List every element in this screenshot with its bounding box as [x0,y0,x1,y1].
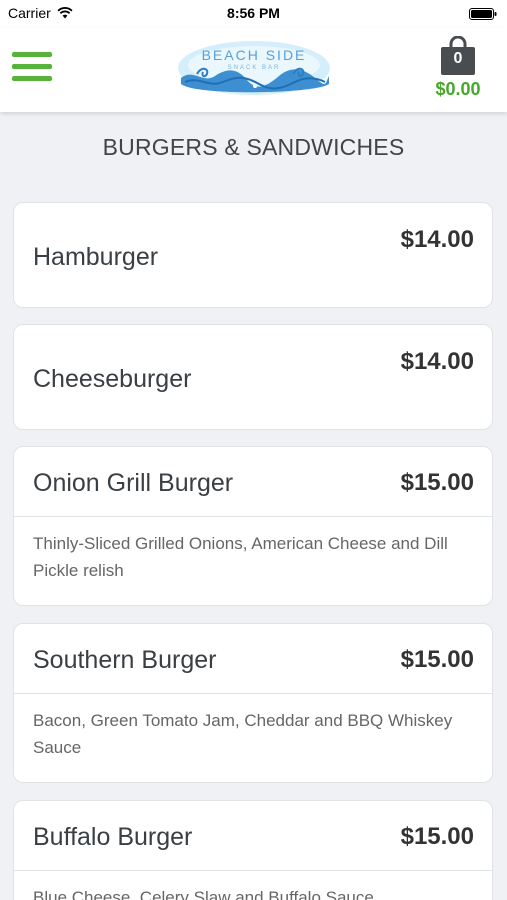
hamburger-menu-icon[interactable] [12,52,52,86]
cart-total: $0.00 [435,79,481,99]
card-divider [14,693,492,694]
menu-item-price: $14.00 [400,348,474,375]
menu-item-name: Southern Burger [33,646,217,674]
status-bar: Carrier 8:56 PM [0,0,507,28]
section-title: BURGERS & SANDWICHES [102,134,405,160]
menu-item-price: $15.00 [400,823,474,850]
menu-item-card[interactable]: Hamburger $14.00 [13,202,493,308]
cart-button[interactable]: 0 $0.00 [427,36,489,100]
menu-item-price: $14.00 [400,226,474,253]
menu-item-card[interactable]: Buffalo Burger $15.00 Blue Cheese, Celer… [13,800,493,900]
menu-item-price: $15.00 [400,469,474,496]
menu-item-name: Hamburger [33,243,159,271]
menu-item-card[interactable]: Southern Burger $15.00 Bacon, Green Toma… [13,623,493,783]
logo-subtitle: SNACK BAR [227,65,281,71]
menu-item-description: Thinly-Sliced Grilled Onions, American C… [33,534,448,580]
menu-item-description: Bacon, Green Tomato Jam, Cheddar and BBQ… [33,711,453,757]
menu-item-name: Cheeseburger [33,365,192,393]
menu-item-card[interactable]: Onion Grill Burger $15.00 Thinly-Sliced … [13,446,493,606]
menu-item-name: Buffalo Burger [33,823,193,851]
card-divider [14,516,492,517]
status-time: 8:56 PM [227,5,280,21]
menu-item-card[interactable]: Cheeseburger $14.00 [13,324,493,430]
card-divider [14,870,492,871]
battery-icon [469,8,497,20]
beach-side-logo: BEACH SIDE SNACK BAR [175,38,333,98]
menu-item-price: $15.00 [400,646,474,673]
app-header: BEACH SIDE SNACK BAR 0 $0.00 [0,28,507,112]
menu-item-name: Onion Grill Burger [33,469,234,497]
logo-title: BEACH SIDE [201,47,307,63]
cart-count: 0 [453,50,463,67]
menu-item-description: Blue Cheese, Celery Slaw and Buffalo Sau… [33,888,374,900]
